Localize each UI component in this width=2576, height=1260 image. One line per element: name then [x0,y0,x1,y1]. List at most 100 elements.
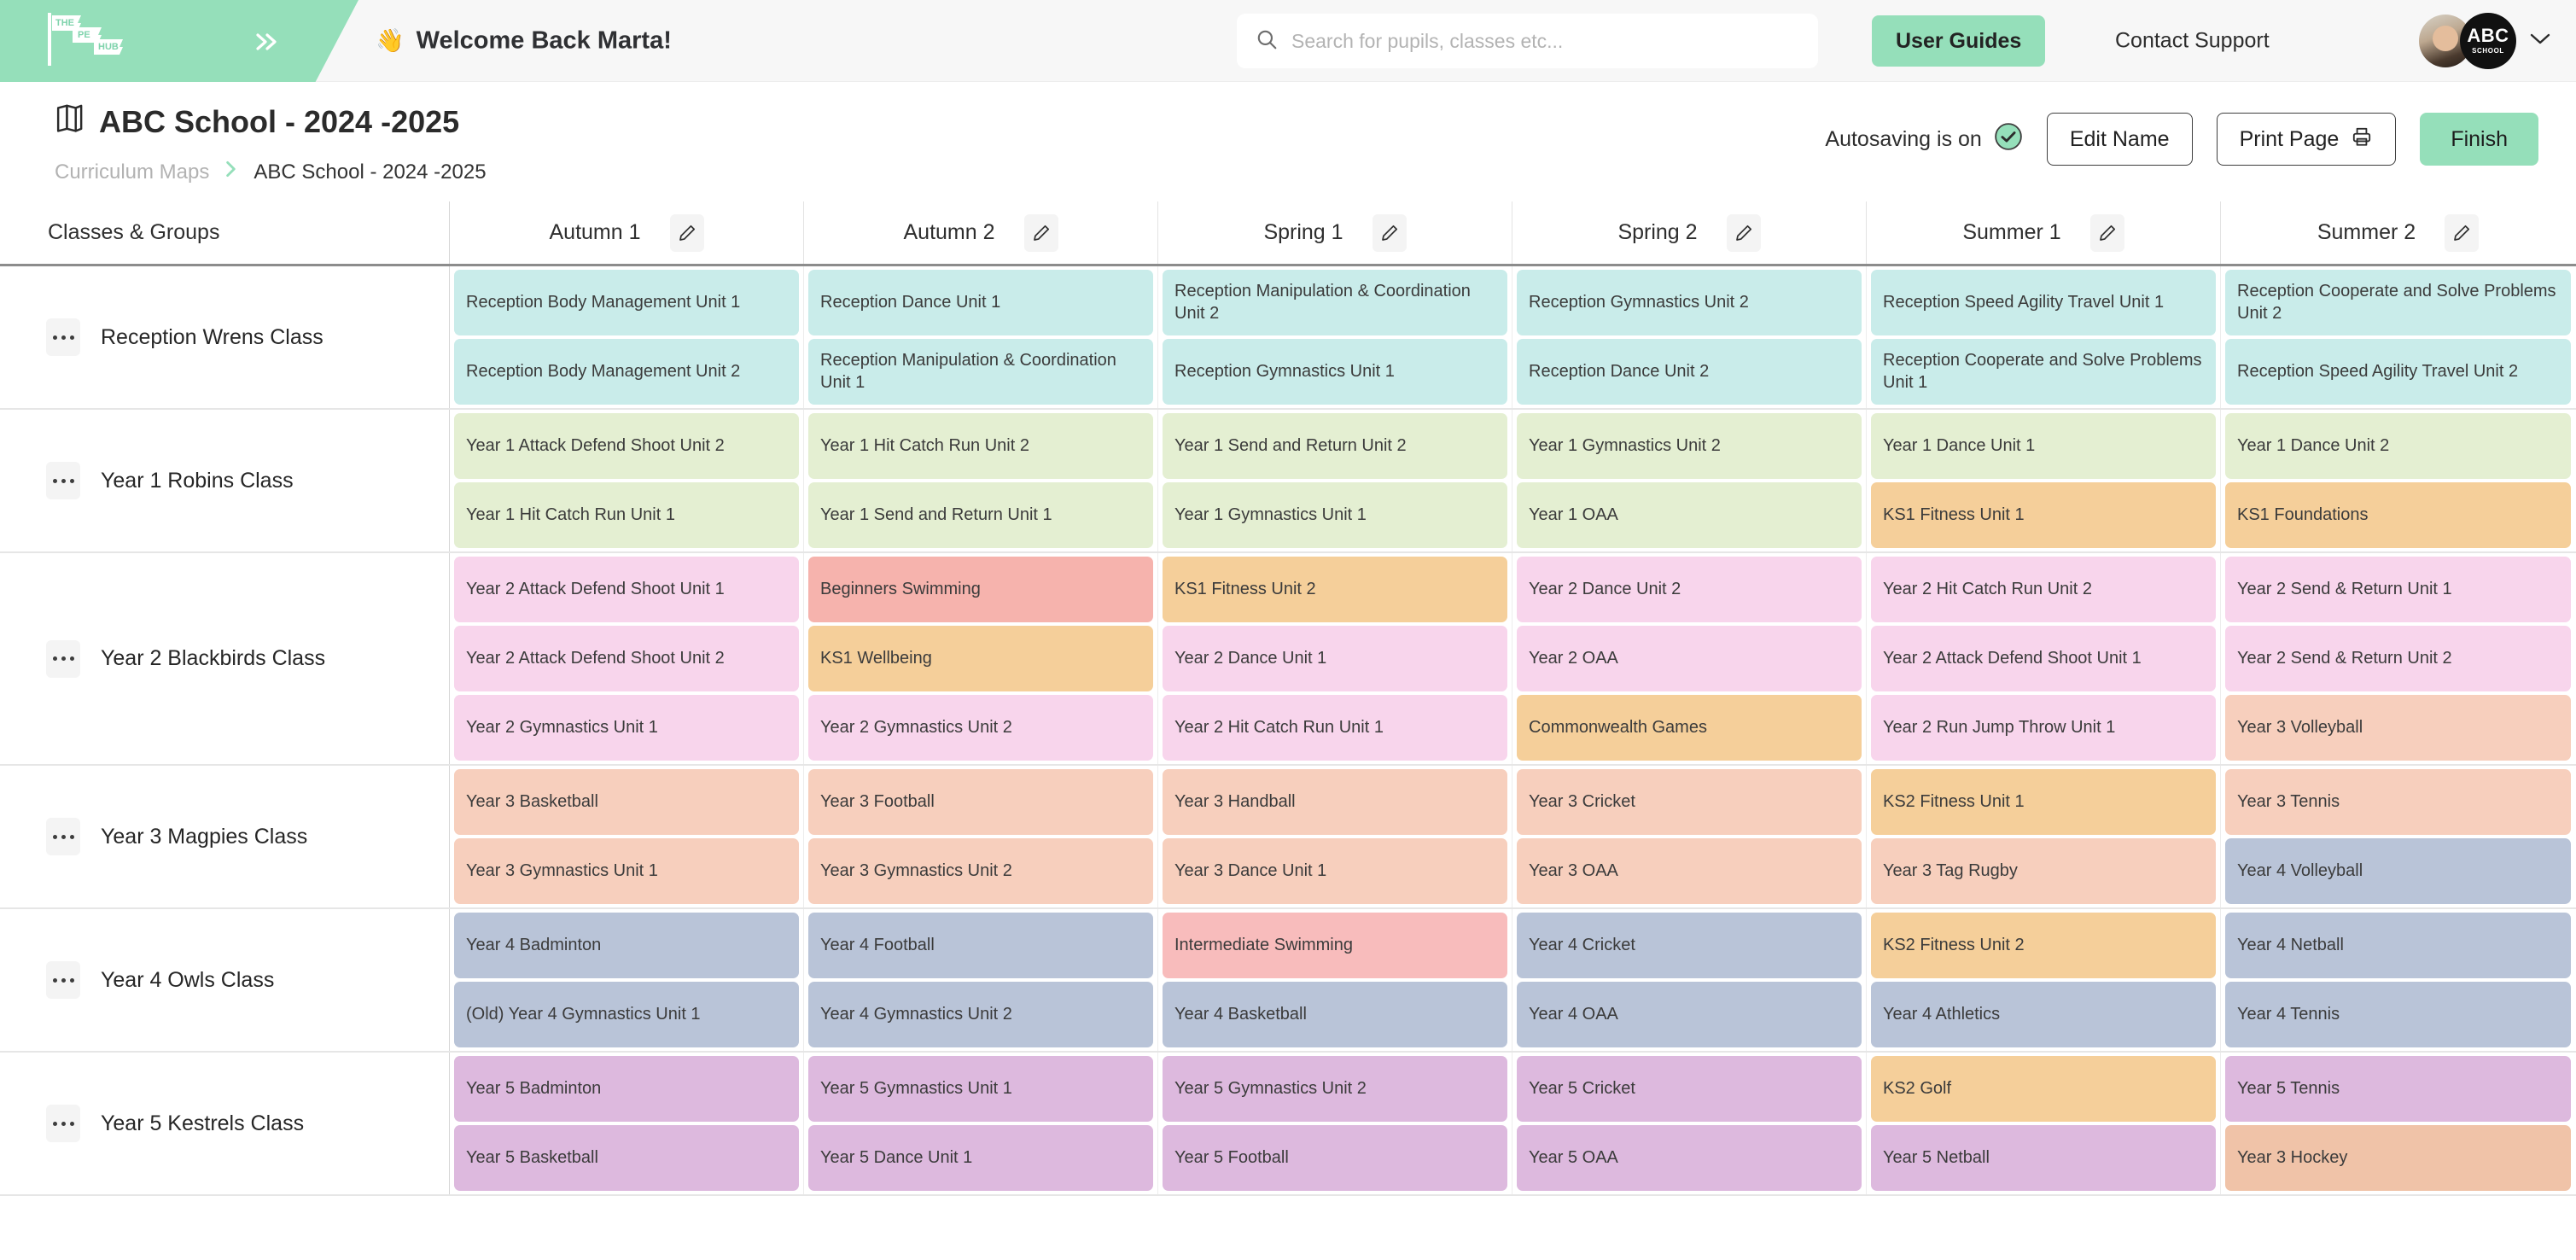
unit-card[interactable]: Year 2 Attack Defend Shoot Unit 2 [454,626,799,691]
ellipsis-icon[interactable] [46,640,80,678]
unit-card[interactable]: Year 2 Gymnastics Unit 1 [454,695,799,761]
unit-card[interactable]: Reception Speed Agility Travel Unit 1 [1871,270,2216,335]
ellipsis-icon[interactable] [46,318,80,356]
unit-card[interactable]: Year 3 Handball [1163,769,1507,835]
unit-card[interactable]: Year 5 Football [1163,1125,1507,1191]
unit-card[interactable]: Year 5 Dance Unit 1 [808,1125,1153,1191]
unit-card[interactable]: Year 3 Gymnastics Unit 2 [808,838,1153,904]
ellipsis-icon[interactable] [46,961,80,999]
unit-card[interactable]: Year 1 Hit Catch Run Unit 2 [808,413,1153,479]
unit-card[interactable]: Year 2 Dance Unit 2 [1517,557,1862,622]
unit-card[interactable]: Year 2 Run Jump Throw Unit 1 [1871,695,2216,761]
unit-card[interactable]: Year 3 Basketball [454,769,799,835]
unit-card[interactable]: Year 3 OAA [1517,838,1862,904]
unit-card[interactable]: Year 4 Gymnastics Unit 2 [808,982,1153,1047]
chevron-double-right-icon[interactable] [248,24,283,60]
unit-card[interactable]: Year 2 Gymnastics Unit 2 [808,695,1153,761]
unit-card[interactable]: Year 4 OAA [1517,982,1862,1047]
finish-button[interactable]: Finish [2420,113,2538,166]
chevron-down-icon[interactable] [2528,31,2552,50]
unit-card[interactable]: Reception Gymnastics Unit 2 [1517,270,1862,335]
unit-card[interactable]: Year 5 Gymnastics Unit 2 [1163,1056,1507,1122]
unit-card[interactable]: Year 5 Tennis [2225,1056,2571,1122]
user-guides-button[interactable]: User Guides [1872,15,2045,67]
ellipsis-icon[interactable] [46,1105,80,1142]
edit-name-button[interactable]: Edit Name [2047,113,2193,166]
unit-card[interactable]: Year 5 Gymnastics Unit 1 [808,1056,1153,1122]
unit-card[interactable]: Year 4 Athletics [1871,982,2216,1047]
unit-card[interactable]: Year 5 Cricket [1517,1056,1862,1122]
unit-card[interactable]: KS2 Fitness Unit 1 [1871,769,2216,835]
pencil-icon[interactable] [1373,214,1407,252]
unit-card[interactable]: Year 1 Send and Return Unit 2 [1163,413,1507,479]
unit-card[interactable]: Year 4 Volleyball [2225,838,2571,904]
unit-card[interactable]: Year 3 Dance Unit 1 [1163,838,1507,904]
unit-card[interactable]: Year 3 Football [808,769,1153,835]
pencil-icon[interactable] [2445,214,2479,252]
print-page-button[interactable]: Print Page [2217,113,2397,166]
unit-card[interactable]: Year 5 Netball [1871,1125,2216,1191]
unit-card[interactable]: KS1 Fitness Unit 2 [1163,557,1507,622]
unit-card[interactable]: Year 2 Attack Defend Shoot Unit 1 [454,557,799,622]
unit-card[interactable]: Reception Body Management Unit 2 [454,339,799,405]
unit-card[interactable]: Year 1 Hit Catch Run Unit 1 [454,482,799,548]
school-badge[interactable]: ABC SCHOOL [2460,13,2516,69]
pencil-icon[interactable] [1727,214,1761,252]
pencil-icon[interactable] [670,214,704,252]
unit-card[interactable]: Year 3 Hockey [2225,1125,2571,1191]
ellipsis-icon[interactable] [46,818,80,855]
unit-card[interactable]: Reception Manipulation & Coordination Un… [1163,270,1507,335]
unit-card[interactable]: Year 3 Tag Rugby [1871,838,2216,904]
pe-hub-logo-icon[interactable]: THE PE HUB [44,11,140,72]
unit-card[interactable]: Year 2 Dance Unit 1 [1163,626,1507,691]
unit-card[interactable]: Reception Speed Agility Travel Unit 2 [2225,339,2571,405]
unit-card[interactable]: Intermediate Swimming [1163,913,1507,978]
contact-support-link[interactable]: Contact Support [2115,28,2270,53]
unit-card[interactable]: Reception Cooperate and Solve Problems U… [2225,270,2571,335]
unit-card[interactable]: Year 3 Tennis [2225,769,2571,835]
unit-card[interactable]: Year 1 Attack Defend Shoot Unit 2 [454,413,799,479]
unit-card[interactable]: Year 1 Send and Return Unit 1 [808,482,1153,548]
unit-card[interactable]: Year 5 Badminton [454,1056,799,1122]
unit-card[interactable]: Year 4 Tennis [2225,982,2571,1047]
unit-card[interactable]: Year 1 Gymnastics Unit 1 [1163,482,1507,548]
unit-card[interactable]: Commonwealth Games [1517,695,1862,761]
unit-card[interactable]: Year 4 Badminton [454,913,799,978]
unit-card[interactable]: Year 2 Attack Defend Shoot Unit 1 [1871,626,2216,691]
unit-card[interactable]: Year 5 OAA [1517,1125,1862,1191]
unit-card[interactable]: Year 3 Cricket [1517,769,1862,835]
unit-card[interactable]: Year 2 Send & Return Unit 2 [2225,626,2571,691]
pencil-icon[interactable] [1024,214,1058,252]
unit-card[interactable]: Year 4 Football [808,913,1153,978]
unit-card[interactable]: Year 2 Hit Catch Run Unit 1 [1163,695,1507,761]
unit-card[interactable]: Year 2 Send & Return Unit 1 [2225,557,2571,622]
unit-card[interactable]: Year 3 Volleyball [2225,695,2571,761]
unit-card[interactable]: Year 5 Basketball [454,1125,799,1191]
unit-card[interactable]: Year 1 Dance Unit 2 [2225,413,2571,479]
unit-card[interactable]: KS2 Golf [1871,1056,2216,1122]
unit-card[interactable]: Year 2 Hit Catch Run Unit 2 [1871,557,2216,622]
unit-card[interactable]: Beginners Swimming [808,557,1153,622]
unit-card[interactable]: KS2 Fitness Unit 2 [1871,913,2216,978]
unit-card[interactable]: Year 4 Netball [2225,913,2571,978]
unit-card[interactable]: Reception Body Management Unit 1 [454,270,799,335]
unit-card[interactable]: Year 1 OAA [1517,482,1862,548]
unit-card[interactable]: Year 4 Cricket [1517,913,1862,978]
unit-card[interactable]: KS1 Fitness Unit 1 [1871,482,2216,548]
unit-card[interactable]: Year 2 OAA [1517,626,1862,691]
unit-card[interactable]: Reception Cooperate and Solve Problems U… [1871,339,2216,405]
ellipsis-icon[interactable] [46,462,80,499]
unit-card[interactable]: Year 1 Gymnastics Unit 2 [1517,413,1862,479]
unit-card[interactable]: Year 4 Basketball [1163,982,1507,1047]
breadcrumb-parent[interactable]: Curriculum Maps [55,160,209,184]
unit-card[interactable]: Year 1 Dance Unit 1 [1871,413,2216,479]
unit-card[interactable]: Reception Manipulation & Coordination Un… [808,339,1153,405]
unit-card[interactable]: KS1 Wellbeing [808,626,1153,691]
unit-card[interactable]: Reception Dance Unit 1 [808,270,1153,335]
unit-card[interactable]: KS1 Foundations [2225,482,2571,548]
unit-card[interactable]: Reception Dance Unit 2 [1517,339,1862,405]
account-menu[interactable]: ABC SCHOOL [2419,13,2552,69]
unit-card[interactable]: (Old) Year 4 Gymnastics Unit 1 [454,982,799,1047]
search-bar[interactable] [1237,14,1818,68]
search-input[interactable] [1291,30,1799,53]
